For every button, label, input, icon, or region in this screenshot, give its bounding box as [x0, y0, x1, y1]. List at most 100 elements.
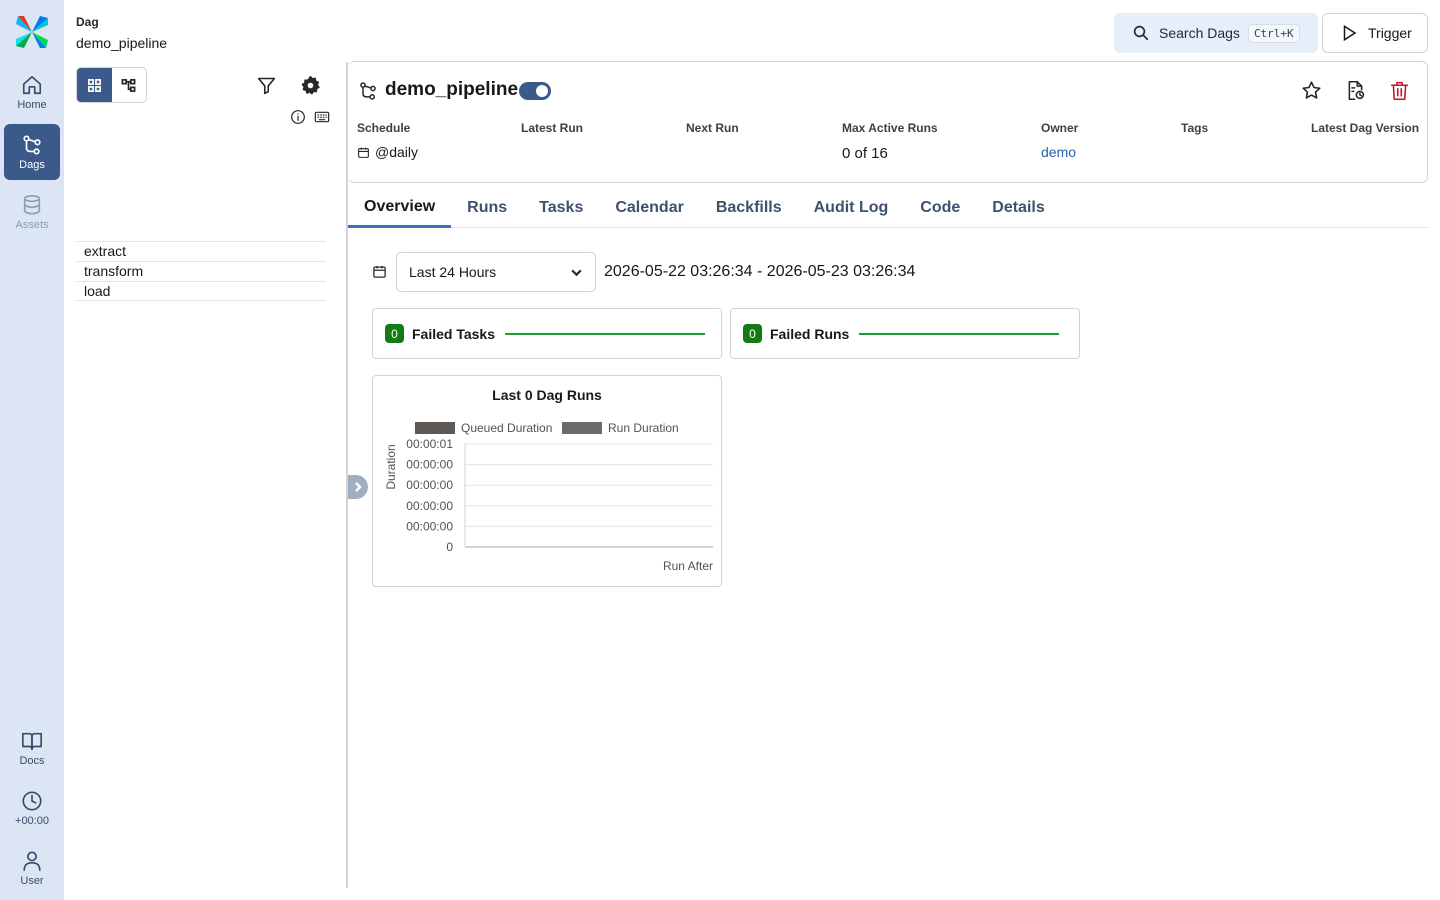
failed-runs-count: 0 [743, 324, 762, 343]
task-row-load[interactable]: load [76, 281, 326, 301]
chart-x-axis-label: Run After [663, 559, 713, 573]
search-shortcut: Ctrl+K [1247, 23, 1300, 43]
tab-overview[interactable]: Overview [348, 188, 452, 228]
gear-icon [301, 75, 320, 94]
legend-label-queued: Queued Duration [461, 421, 552, 435]
chart-y-tick-label: 0 [446, 540, 453, 554]
search-icon [1133, 25, 1149, 41]
clock-icon [22, 790, 42, 811]
failed-tasks-card[interactable]: 0 Failed Tasks [372, 308, 722, 359]
chart-y-tick-label: 00:00:01 [406, 437, 453, 451]
airflow-logo[interactable] [14, 14, 50, 50]
tab-audit-log[interactable]: Audit Log [798, 188, 905, 228]
assets-icon [23, 194, 41, 215]
legend-swatch-queued [415, 422, 455, 434]
info-icon [291, 110, 305, 124]
schedule-label: Schedule [357, 121, 411, 135]
pause-toggle[interactable] [519, 82, 551, 100]
chart-y-tick-label: 00:00:00 [406, 478, 453, 492]
nav-dags-label: Dags [19, 158, 45, 171]
task-row-transform[interactable]: transform [76, 261, 326, 281]
nav-home[interactable]: Home [4, 64, 60, 120]
keyboard-shortcuts-button[interactable] [313, 108, 331, 126]
failed-runs-label: Failed Runs [770, 325, 850, 342]
date-range-text: 2026-05-22 03:26:34 - 2026-05-23 03:26:3… [604, 263, 916, 280]
owner-link[interactable]: demo [1041, 144, 1076, 160]
chart-title: Last 0 Dag Runs [492, 387, 602, 403]
dags-icon [23, 134, 41, 155]
dag-tabs: Overview Runs Tasks Calendar Backfills A… [348, 188, 1428, 228]
owner-label: Owner [1041, 121, 1079, 135]
graph-icon [121, 78, 136, 92]
task-list: extract transform load [76, 241, 326, 301]
chart-y-tick-label: 00:00:00 [406, 458, 453, 472]
grid-icon [87, 78, 101, 92]
legend-label-run: Run Duration [608, 421, 679, 435]
tab-code[interactable]: Code [904, 188, 976, 228]
latest-dag-version-label: Latest Dag Version [1311, 121, 1420, 135]
nav-assets[interactable]: Assets [4, 184, 60, 240]
nav-timezone[interactable]: +00:00 [4, 780, 60, 836]
legend-swatch-run [562, 422, 602, 434]
keyboard-icon [314, 111, 330, 123]
tab-details[interactable]: Details [976, 188, 1060, 228]
breadcrumb-dag-name[interactable]: demo_pipeline [76, 35, 167, 51]
favorite-button[interactable] [1299, 78, 1323, 102]
failed-runs-sparkline [859, 332, 1060, 335]
info-button[interactable] [289, 108, 307, 126]
nav-docs[interactable]: Docs [4, 720, 60, 776]
tab-backfills[interactable]: Backfills [700, 188, 798, 228]
search-dags-button[interactable]: Search Dags Ctrl+K [1114, 13, 1318, 53]
failed-tasks-count: 0 [385, 324, 404, 343]
chevron-down-icon [571, 269, 582, 277]
nav-dags[interactable]: Dags [4, 124, 60, 180]
graph-view-button[interactable] [112, 68, 147, 102]
nav-docs-label: Docs [19, 754, 45, 767]
settings-button[interactable] [298, 73, 322, 97]
time-range-select[interactable]: Last 24 Hours [396, 252, 596, 292]
date-range-calendar-icon [372, 264, 387, 284]
nav-home-label: Home [17, 98, 47, 111]
filter-icon [257, 77, 275, 94]
schedule-value: @daily [357, 144, 418, 160]
dag-title: demo_pipeline [385, 79, 519, 100]
book-icon [22, 732, 42, 750]
chart-y-axis: 0 00:00:00 00:00:00 00:00:00 00:00:00 00:00:0… [406, 437, 713, 554]
chart-y-tick-label: 00:00:00 [406, 519, 453, 533]
failed-tasks-label: Failed Tasks [412, 325, 496, 342]
file-refresh-icon [1348, 80, 1364, 100]
user-icon [23, 850, 41, 871]
chart-y-axis-label: Duration [384, 444, 398, 489]
play-icon [1343, 24, 1357, 42]
chevron-right-icon [355, 482, 362, 492]
failed-tasks-sparkline [505, 332, 706, 335]
failed-runs-card[interactable]: 0 Failed Runs [730, 308, 1080, 359]
trigger-button[interactable]: Trigger [1322, 13, 1428, 53]
trash-icon [1390, 81, 1408, 100]
latest-run-label: Latest Run [521, 121, 584, 135]
nav-assets-label: Assets [15, 218, 49, 231]
task-row-extract[interactable]: extract [76, 241, 326, 261]
filter-button[interactable] [254, 73, 278, 97]
sidebar: Home Dags Assets Docs +00:00 User [0, 0, 64, 900]
dag-icon [360, 82, 376, 100]
breadcrumb-label: Dag [76, 15, 99, 29]
reparse-dag-button[interactable] [1343, 78, 1367, 102]
panel-collapse-handle[interactable] [348, 475, 368, 499]
next-run-label: Next Run [686, 121, 739, 135]
delete-dag-button[interactable] [1387, 78, 1411, 102]
nav-user[interactable]: User [4, 840, 60, 896]
tab-tasks[interactable]: Tasks [523, 188, 599, 228]
star-icon [1301, 80, 1321, 99]
grid-view-button[interactable] [77, 68, 112, 102]
chart-svg: Last 0 Dag Runs Queued Duration Run Dura… [384, 387, 713, 573]
tab-runs[interactable]: Runs [451, 188, 523, 228]
tags-label: Tags [1181, 121, 1209, 135]
nav-timezone-label: +00:00 [15, 814, 49, 827]
tab-calendar[interactable]: Calendar [599, 188, 699, 228]
schedule-text: @daily [375, 144, 419, 160]
dag-runs-duration-chart: Last 0 Dag Runs Queued Duration Run Dura… [372, 375, 722, 587]
search-dags-label: Search Dags [1159, 25, 1240, 41]
nav-user-label: User [20, 874, 44, 887]
calendar-icon [373, 265, 386, 278]
